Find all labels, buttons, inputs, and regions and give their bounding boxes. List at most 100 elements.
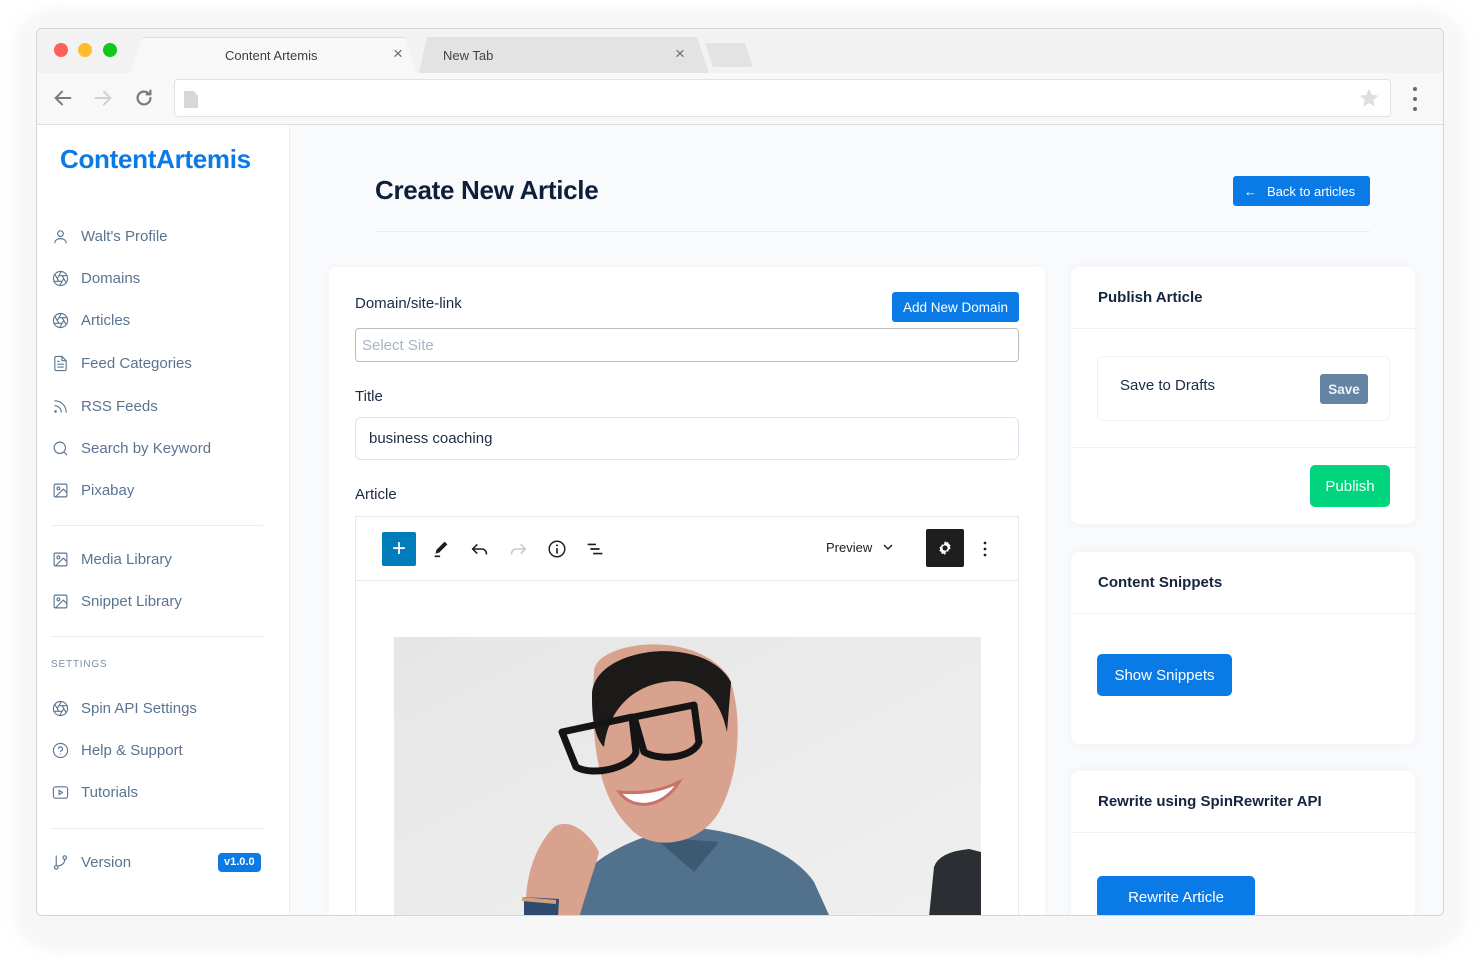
tab-label: New Tab	[443, 48, 494, 63]
drafts-label: Save to Drafts	[1120, 377, 1216, 394]
file-text-icon	[51, 354, 69, 372]
settings-section-label: SETTINGS	[51, 659, 108, 670]
redo-icon	[510, 543, 527, 555]
video-play-icon	[51, 783, 69, 801]
panel-divider	[1071, 447, 1415, 448]
arrow-right-icon	[94, 90, 112, 106]
sidebar-item-feed-categories[interactable]: Feed Categories	[51, 348, 271, 378]
pencil-icon	[434, 541, 448, 558]
select-site-input[interactable]	[355, 328, 1019, 362]
sidebar-item-search-by-keyword[interactable]: Search by Keyword	[51, 433, 271, 463]
article-image[interactable]	[394, 637, 981, 915]
vertical-dots-icon	[983, 541, 987, 557]
block-editor: + Preview	[355, 516, 1019, 915]
article-editor-card: Domain/site-link Add New Domain Title Ar…	[329, 267, 1045, 915]
sidebar-item-snippet-library[interactable]: Snippet Library	[51, 586, 271, 616]
title-label: Title	[355, 388, 383, 405]
add-new-domain-button[interactable]: Add New Domain	[892, 292, 1019, 322]
tab-content-artemis[interactable]: Content Artemis ×	[131, 37, 417, 73]
sidebar-item-label: Walt's Profile	[81, 227, 168, 245]
app: ContentArtemis Walt's Profile Domains Ar…	[37, 125, 1443, 915]
publish-button[interactable]: Publish	[1310, 465, 1390, 507]
close-window-button[interactable]	[54, 43, 68, 57]
sidebar-item-label: Spin API Settings	[81, 699, 197, 717]
aperture-icon	[51, 311, 69, 329]
sidebar-item-spin-api-settings[interactable]: Spin API Settings	[51, 693, 271, 723]
preview-dropdown[interactable]: Preview	[826, 539, 896, 555]
new-tab-button[interactable]	[705, 43, 753, 67]
publish-article-panel: Publish Article Save to Drafts Save Publ…	[1071, 267, 1415, 524]
content-snippets-panel: Content Snippets Show Snippets	[1071, 552, 1415, 744]
title-input[interactable]	[355, 417, 1019, 460]
sidebar-divider	[51, 828, 263, 829]
sidebar-item-label: Version	[81, 853, 132, 871]
add-block-button[interactable]: +	[382, 532, 416, 566]
sidebar-item-domains[interactable]: Domains	[51, 263, 271, 293]
address-bar[interactable]	[174, 79, 1391, 117]
sidebar-item-label: RSS Feeds	[81, 397, 158, 415]
arrow-left-icon	[54, 90, 72, 106]
sidebar-item-rss-feeds[interactable]: RSS Feeds	[51, 391, 271, 421]
back-button-label: Back to articles	[1267, 183, 1356, 199]
gear-icon	[939, 540, 951, 556]
sidebar-item-tutorials[interactable]: Tutorials	[51, 777, 271, 807]
close-icon[interactable]: ×	[393, 44, 403, 64]
sidebar: ContentArtemis Walt's Profile Domains Ar…	[37, 125, 290, 915]
save-to-drafts-box: Save to Drafts Save	[1097, 356, 1390, 421]
arrow-left-icon: ←	[1244, 183, 1257, 199]
page-title: Create New Article	[375, 175, 599, 205]
image-icon	[51, 550, 69, 568]
star-icon[interactable]	[1358, 87, 1380, 109]
aperture-icon	[51, 699, 69, 717]
editor-options-button[interactable]	[968, 533, 1002, 565]
show-snippets-button[interactable]: Show Snippets	[1097, 654, 1232, 696]
url-input[interactable]	[211, 86, 1351, 110]
redo-button[interactable]	[501, 533, 535, 565]
editor-settings-button[interactable]	[926, 529, 964, 567]
sidebar-item-help-support[interactable]: Help & Support	[51, 735, 271, 765]
browser-menu-button[interactable]	[1407, 87, 1423, 111]
rewrite-article-button[interactable]: Rewrite Article	[1097, 876, 1255, 915]
panel-title: Content Snippets	[1071, 552, 1415, 614]
domain-label: Domain/site-link	[355, 295, 462, 312]
sidebar-item-pixabay[interactable]: Pixabay	[51, 475, 271, 505]
image-icon	[51, 481, 69, 499]
sidebar-item-label: Media Library	[81, 550, 172, 568]
sidebar-item-media-library[interactable]: Media Library	[51, 544, 271, 574]
back-to-articles-button[interactable]: ← Back to articles	[1233, 176, 1370, 206]
sidebar-item-profile[interactable]: Walt's Profile	[51, 221, 271, 251]
panel-title: Rewrite using SpinRewriter API	[1071, 771, 1415, 833]
info-icon	[548, 540, 566, 558]
list-view-button[interactable]	[578, 533, 612, 565]
maximize-window-button[interactable]	[103, 43, 117, 57]
preview-label: Preview	[826, 539, 873, 555]
list-view-icon	[587, 543, 603, 555]
sidebar-item-label: Snippet Library	[81, 592, 182, 610]
sidebar-divider	[51, 525, 263, 526]
browser-toolbar	[37, 73, 1443, 125]
aperture-icon	[51, 269, 69, 287]
save-draft-button[interactable]: Save	[1320, 374, 1368, 404]
sidebar-item-label: Domains	[81, 269, 141, 287]
sidebar-item-label: Articles	[81, 311, 131, 329]
sidebar-item-label: Pixabay	[81, 481, 135, 499]
brand-logo[interactable]: ContentArtemis	[60, 144, 251, 175]
article-label: Article	[355, 486, 397, 503]
tab-new-tab[interactable]: New Tab ×	[419, 37, 709, 73]
panel-title: Publish Article	[1071, 267, 1415, 329]
sidebar-divider	[51, 636, 263, 637]
details-button[interactable]	[540, 533, 574, 565]
sidebar-item-label: Feed Categories	[81, 354, 192, 372]
undo-button[interactable]	[463, 533, 497, 565]
back-button[interactable]	[50, 85, 76, 111]
spinrewriter-panel: Rewrite using SpinRewriter API Rewrite A…	[1071, 771, 1415, 915]
chevron-down-icon	[883, 544, 893, 550]
sidebar-item-articles[interactable]: Articles	[51, 305, 271, 335]
forward-button[interactable]	[90, 85, 116, 111]
header-divider	[375, 231, 1370, 232]
reload-button[interactable]	[131, 85, 157, 111]
sidebar-item-label: Search by Keyword	[81, 439, 212, 457]
close-icon[interactable]: ×	[675, 44, 685, 64]
minimize-window-button[interactable]	[78, 43, 92, 57]
edit-tool-button[interactable]	[424, 533, 458, 565]
